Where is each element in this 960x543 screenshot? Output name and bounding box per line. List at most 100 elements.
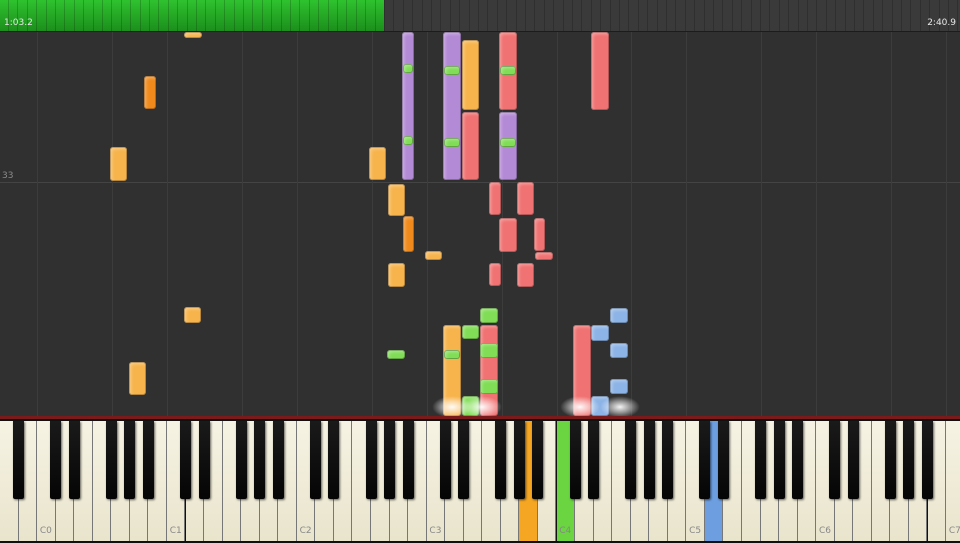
progress-tick: [713, 0, 714, 31]
black-key[interactable]: [755, 421, 767, 499]
grid-line: [296, 32, 298, 416]
progress-tick: [741, 0, 743, 31]
progress-tick: [863, 0, 865, 31]
black-key[interactable]: [384, 421, 396, 499]
progress-tick: [722, 0, 724, 31]
progress-tick: [496, 0, 498, 31]
progress-tick: [675, 0, 677, 31]
black-key[interactable]: [458, 421, 470, 499]
progress-tick: [910, 0, 912, 31]
falling-note: [489, 182, 501, 215]
black-key[interactable]: [625, 421, 637, 499]
black-key[interactable]: [235, 421, 247, 499]
progress-tick: [835, 0, 837, 31]
black-key[interactable]: [272, 421, 284, 499]
black-key[interactable]: [495, 421, 507, 499]
black-key[interactable]: [142, 421, 154, 499]
falling-note: [610, 308, 628, 323]
black-key[interactable]: [829, 421, 841, 499]
progress-bar[interactable]: 1:03.2 2:40.9: [0, 0, 960, 32]
black-key[interactable]: [124, 421, 136, 499]
black-key[interactable]: [884, 421, 896, 499]
falling-note: [184, 307, 201, 323]
black-key[interactable]: [513, 421, 525, 499]
octave-label: C5: [689, 526, 702, 536]
black-key[interactable]: [643, 421, 655, 499]
black-key[interactable]: [50, 421, 62, 499]
progress-tick: [224, 0, 226, 31]
progress-tick: [581, 0, 583, 31]
progress-tick: [261, 0, 263, 31]
measure-number: 33: [2, 171, 14, 181]
progress-tick: [243, 0, 244, 31]
progress-tick: [402, 0, 404, 31]
progress-tick: [487, 0, 489, 31]
falling-note: [425, 251, 442, 260]
progress-tick: [36, 0, 38, 31]
grid-line: [946, 32, 948, 416]
progress-tick: [412, 0, 414, 31]
falling-note: [489, 263, 501, 286]
falling-note: [144, 76, 156, 109]
black-key[interactable]: [569, 421, 581, 499]
black-key[interactable]: [903, 421, 915, 499]
progress-tick: [694, 0, 696, 31]
black-key[interactable]: [105, 421, 117, 499]
piano-keyboard[interactable]: C0 C1 C2 C3 C4 C5 C6 C7: [0, 416, 960, 543]
falling-note: [591, 325, 609, 341]
progress-tick: [280, 0, 282, 31]
falling-note: [110, 147, 127, 181]
black-key[interactable]: [773, 421, 785, 499]
progress-tick: [731, 0, 733, 31]
black-key[interactable]: [532, 421, 544, 499]
black-key[interactable]: [662, 421, 674, 499]
black-key[interactable]: [588, 421, 600, 499]
falling-note: [480, 343, 498, 358]
black-key[interactable]: [13, 421, 25, 499]
note-marker: [403, 136, 413, 145]
total-time: 2:40.9: [927, 18, 956, 28]
progress-tick: [600, 0, 602, 31]
falling-note: [534, 218, 545, 251]
progress-tick: [891, 0, 893, 31]
falling-note: [462, 112, 479, 180]
progress-tick: [252, 0, 254, 31]
black-key[interactable]: [309, 421, 321, 499]
black-key[interactable]: [68, 421, 80, 499]
falling-note: [402, 32, 414, 180]
grid-line: [686, 32, 688, 416]
key-glow: [462, 396, 502, 416]
black-key[interactable]: [922, 421, 933, 499]
black-key[interactable]: [198, 421, 210, 499]
progress-tick: [807, 0, 808, 31]
progress-tick: [872, 0, 874, 31]
black-key[interactable]: [439, 421, 451, 499]
progress-tick: [609, 0, 611, 31]
octave-label: C4: [559, 526, 572, 536]
black-key[interactable]: [254, 421, 266, 499]
progress-tick: [111, 0, 113, 31]
black-key[interactable]: [847, 421, 859, 499]
progress-tick: [778, 0, 780, 31]
falling-note: [184, 32, 202, 38]
black-key[interactable]: [328, 421, 340, 499]
black-key[interactable]: [792, 421, 804, 499]
black-key[interactable]: [717, 421, 729, 499]
progress-tick: [45, 0, 47, 31]
falling-note: [388, 263, 405, 287]
progress-tick: [355, 0, 357, 31]
progress-tick: [393, 0, 395, 31]
white-key[interactable]: C7: [946, 421, 960, 541]
octave-label: C6: [818, 526, 831, 536]
progress-tick: [901, 0, 902, 31]
black-key[interactable]: [180, 421, 191, 499]
progress-tick: [271, 0, 273, 31]
key-glow: [560, 396, 600, 416]
black-key[interactable]: [365, 421, 377, 499]
progress-tick: [346, 0, 348, 31]
black-key[interactable]: [699, 421, 711, 499]
black-key[interactable]: [402, 421, 414, 499]
progress-tick: [515, 0, 517, 31]
progress-tick: [233, 0, 235, 31]
progress-tick: [637, 0, 639, 31]
